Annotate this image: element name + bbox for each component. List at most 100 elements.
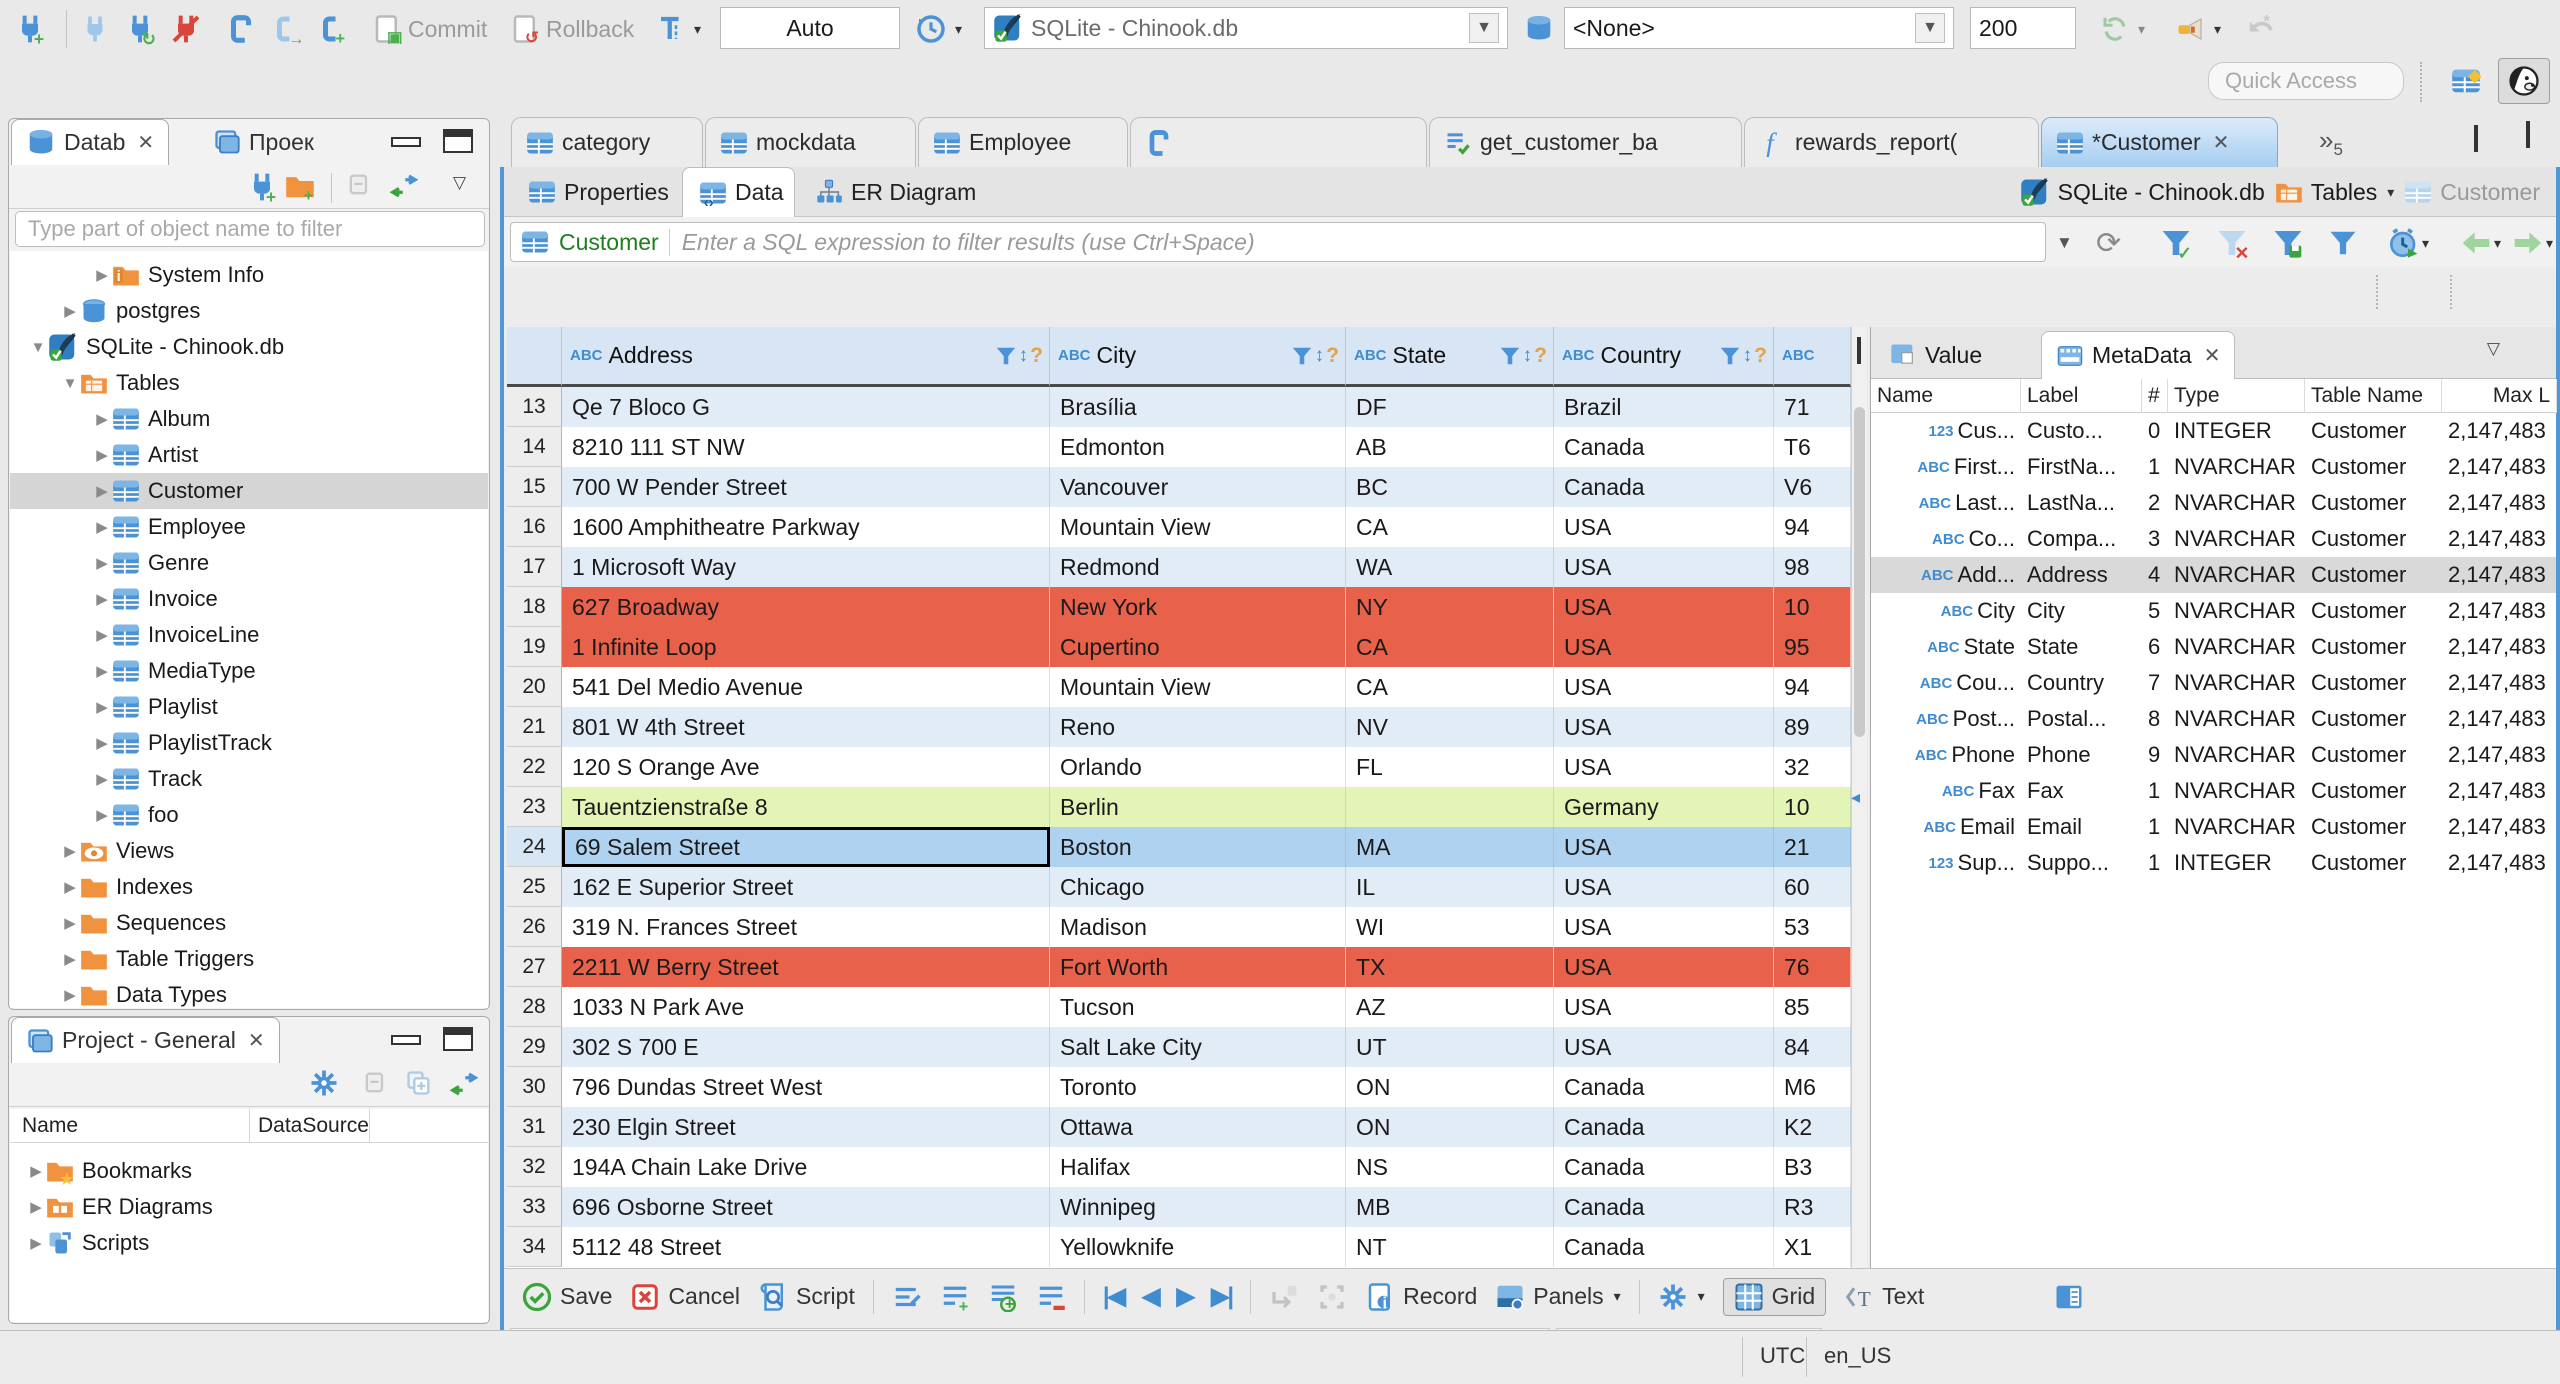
metadata-row-address[interactable]: ABC Add... Address 4 NVARCHAR Customer 2,147,4… [1871,557,2556,593]
tab-properties[interactable]: Properties [512,167,678,217]
metadata-cell[interactable]: Email [2021,809,2142,845]
grid-cell[interactable]: 230 Elgin Street [562,1107,1050,1147]
grid-cell[interactable]: 10 [1774,587,1851,627]
expand-all-button[interactable] [405,1069,433,1097]
minimize-icon[interactable] [2474,125,2478,152]
grid-cell[interactable]: NS [1346,1147,1554,1187]
filter-icon[interactable] [1499,345,1521,367]
breadcrumb-item[interactable]: SQLite - Chinook.db [2020,177,2265,207]
panels-button[interactable]: Panels ▾ [1495,1282,1621,1312]
chevron-down-icon[interactable]: ▼ [28,339,48,356]
metadata-cell[interactable]: ABC Fax [1871,773,2021,809]
grid-cell[interactable]: X1 [1774,1227,1851,1267]
row-number[interactable]: 31 [507,1107,562,1147]
minimize-icon[interactable] [391,137,421,147]
sidebar-item-mediatype[interactable]: ▶ MediaType [10,653,488,689]
grid-cell[interactable]: Mountain View [1050,667,1346,707]
grid-cell[interactable]: UT [1346,1027,1554,1067]
metadata-cell[interactable]: 3 [2142,521,2168,557]
grid-cell[interactable]: Toronto [1050,1067,1346,1107]
panel-splitter-icon[interactable]: ◂ [1851,787,1860,808]
grid-cell[interactable]: ON [1346,1107,1554,1147]
row-number[interactable]: 14 [507,427,562,467]
grid-cell[interactable]: Edmonton [1050,427,1346,467]
breadcrumb-item[interactable]: Tables ▾ [2275,178,2394,206]
column-header-address[interactable]: ABC Address ↕? [562,327,1050,387]
metadata-cell[interactable]: 1 [2142,773,2168,809]
grid-cell[interactable]: USA [1554,547,1774,587]
row-number[interactable]: 20 [507,667,562,707]
chevron-right-icon[interactable]: ▶ [60,302,80,320]
metadata-cell[interactable]: 2,147,483 [2442,845,2557,881]
grid-cell[interactable]: USA [1554,1027,1774,1067]
grid-cell[interactable]: Canada [1554,467,1774,507]
grid-mode-button[interactable]: Grid [1722,1277,1827,1316]
row-number[interactable]: 30 [507,1067,562,1107]
grid-cell[interactable]: 89 [1774,707,1851,747]
row-number[interactable]: 23 [507,787,562,827]
collapse-all-button[interactable] [361,1069,389,1097]
metadata-row-lastna-[interactable]: ABC Last... LastNa... 2 NVARCHAR Customer 2,14… [1871,485,2556,521]
tab-metadata-panel[interactable]: MetaData ✕ [2041,331,2236,379]
nav-back-button[interactable]: ▾ [2460,225,2501,261]
grid-cell[interactable]: Tauentzienstraße 8 [562,787,1050,827]
chevron-right-icon[interactable]: ▶ [92,518,112,536]
metadata-cell[interactable]: 123 Sup... [1871,845,2021,881]
maximize-icon[interactable] [443,1027,473,1051]
grid-cell[interactable]: Canada [1554,1147,1774,1187]
text-mode-button[interactable]: T Text [1844,1282,1924,1312]
grid-cell[interactable]: Vancouver [1050,467,1346,507]
metadata-cell[interactable]: Customer [2305,809,2442,845]
chevron-right-icon[interactable]: ▶ [92,698,112,716]
editor-tab-mockdata[interactable]: mockdata [705,117,916,167]
row-number[interactable]: 25 [507,867,562,907]
grid-cell[interactable]: V6 [1774,467,1851,507]
metadata-cell[interactable]: 2,147,483 [2442,485,2557,521]
grid-cell[interactable]: M6 [1774,1067,1851,1107]
first-row-button[interactable]: |◀ [1103,1282,1126,1311]
tab-value-panel[interactable]: Value [1875,331,1996,379]
clear-filter-button[interactable]: ✕ [2216,225,2248,261]
chevron-right-icon[interactable]: ▶ [60,914,80,932]
grid-cell[interactable]: Canada [1554,1107,1774,1147]
sidebar-item-sqlite-chinook-db[interactable]: ▼ SQLite - Chinook.db [10,329,488,365]
nav-forward-button[interactable]: ▾ [2512,225,2553,261]
grid-cell[interactable]: Fort Worth [1050,947,1346,987]
metadata-row-suppo-[interactable]: 123 Sup... Suppo... 1 INTEGER Customer 2,147,4… [1871,845,2556,881]
metadata-cell[interactable]: 4 [2142,557,2168,593]
chevron-right-icon[interactable]: ▶ [92,482,112,500]
metadata-cell[interactable]: Suppo... [2021,845,2142,881]
nav-new-connection-button[interactable]: + [246,171,278,203]
grid-cell[interactable]: Orlando [1050,747,1346,787]
metadata-cell[interactable]: ABC Add... [1871,557,2021,593]
grid-cell[interactable]: R3 [1774,1187,1851,1227]
history-button[interactable]: ▾ [915,7,962,51]
metadata-cell[interactable]: Customer [2305,557,2442,593]
link-with-editor-button[interactable] [389,171,419,201]
schema-dropdown-arrow[interactable]: ▼ [1915,13,1945,43]
close-icon[interactable]: ✕ [2204,343,2221,368]
sidebar-item-customer[interactable]: ▶ Customer [10,473,488,509]
grid-cell[interactable]: Cupertino [1050,627,1346,667]
chevron-right-icon[interactable]: ▶ [92,266,112,284]
grid-cell[interactable]: USA [1554,907,1774,947]
metadata-cell[interactable]: NVARCHAR [2168,809,2305,845]
grid-cell[interactable]: 696 Osborne Street [562,1187,1050,1227]
sql-editor-button[interactable] [226,7,256,51]
column-help-icon[interactable]: ? [1030,344,1043,368]
grid-cell[interactable] [1346,787,1554,827]
grid-cell[interactable]: DF [1346,387,1554,427]
tab-er-diagram[interactable]: ER Diagram [799,167,995,217]
grid-cell[interactable]: MB [1346,1187,1554,1227]
grid-cell[interactable]: 2211 W Berry Street [562,947,1050,987]
grid-cell[interactable]: AB [1346,427,1554,467]
grid-cell[interactable]: 94 [1774,507,1851,547]
grid-cell[interactable]: CA [1346,667,1554,707]
grid-cell[interactable]: Canada [1554,1227,1774,1267]
chevron-right-icon[interactable]: ▶ [92,806,112,824]
metadata-cell[interactable]: 1 [2142,809,2168,845]
metadata-cell[interactable]: Phone [2021,737,2142,773]
grid-cell[interactable]: Tucson [1050,987,1346,1027]
metadata-cell[interactable]: ABC Post... [1871,701,2021,737]
metadata-cell[interactable]: ABC Email [1871,809,2021,845]
